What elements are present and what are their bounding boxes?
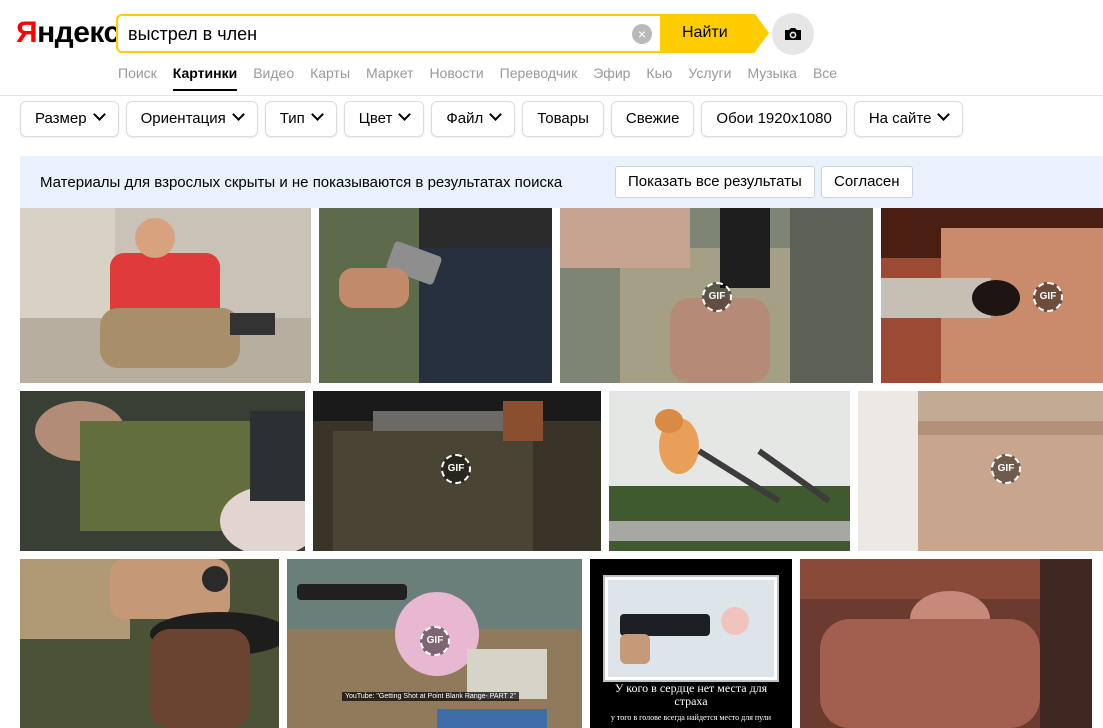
image-thumbnail [20,208,311,383]
filter-chip[interactable]: Товары [522,101,604,137]
chevron-down-icon [937,108,951,121]
image-result[interactable] [800,559,1092,728]
gif-badge: GIF [702,282,732,312]
filter-bar: Размер Ориентация Тип Цвет Файл Товары Свежие О… [20,101,970,137]
service-tab[interactable]: Поиск [118,65,157,81]
filter-chip-label: На сайте [868,110,932,127]
image-result[interactable]: GIF [881,208,1103,383]
find-button[interactable]: Найти [660,14,769,53]
filter-chip[interactable]: Цвет [343,101,425,137]
filter-chip[interactable]: Свежие [610,101,695,137]
filter-chip[interactable]: Файл [431,101,516,137]
filter-chip-label: Товары [537,110,589,127]
chevron-down-icon [310,108,324,121]
filter-chip-label: Ориентация [140,110,226,127]
show-all-results-button[interactable]: Показать все результаты [615,166,815,198]
filter-chip-label: Свежие [625,110,680,127]
service-tab[interactable]: Все [813,65,837,81]
image-result[interactable] [20,391,305,551]
image-thumbnail [881,208,1103,383]
filter-chip-label: Размер [35,110,87,127]
image-result[interactable] [319,208,552,383]
service-tab[interactable]: Маркет [366,65,413,81]
image-results-grid: GIF GIF GIF GIF GIF YouTube: "Getting Sh… [0,208,1103,728]
chevron-down-icon [489,108,503,121]
adult-content-notice: Материалы для взрослых скрыты и не показ… [20,156,1103,208]
chevron-down-icon [231,108,245,121]
service-tab[interactable]: Переводчик [500,65,578,81]
service-tab[interactable]: Новости [429,65,483,81]
chevron-down-icon [92,108,106,121]
service-tab[interactable]: Эфир [593,65,630,81]
search-input[interactable] [128,23,618,45]
filter-chip-label: Цвет [358,110,393,127]
image-thumbnail [20,559,279,728]
camera-icon [785,28,801,40]
service-tab[interactable]: Картинки [172,65,238,91]
youtube-caption: YouTube: "Getting Shot at Point Blank Ra… [342,692,520,701]
filter-chip-label: Файл [446,110,484,127]
image-result[interactable] [20,208,311,383]
services-nav: Поиск Картинки Видео Карты Маркет Новости Пере… [118,65,853,93]
service-tab[interactable]: Услуги [688,65,731,81]
logo-rest: ндекс [37,16,120,49]
clear-search-icon[interactable]: × [632,24,652,44]
yandex-logo[interactable]: Яндекс [16,16,120,50]
filter-chip-label: Тип [279,110,305,127]
filter-chip[interactable]: Ориентация [125,101,258,137]
camera-search-button[interactable] [772,13,814,55]
image-thumbnail [800,559,1092,728]
image-thumbnail [858,391,1103,551]
find-button-label: Найти [682,24,728,41]
header: Яндекс × Найти Поиск Картинки Видео Карты Ма… [0,0,1103,96]
search-box: × [116,14,662,53]
image-result[interactable]: GIF [313,391,601,551]
agree-button[interactable]: Согласен [821,166,913,198]
adult-notice-message: Материалы для взрослых скрыты и не показ… [40,174,563,191]
filter-chip[interactable]: Обои 1920x1080 [701,101,847,137]
image-thumbnail [609,391,850,551]
demotivator-subtitle: у того в голове всегда найдется место дл… [610,713,772,722]
gif-badge: GIF [441,454,471,484]
image-result[interactable] [609,391,850,551]
service-tab[interactable]: Карты [310,65,350,81]
image-thumbnail [319,208,552,383]
image-result[interactable]: GIF YouTube: "Getting Shot at Point Blan… [287,559,582,728]
image-result[interactable]: У кого в сердце нет места для страха у т… [590,559,792,728]
logo-first-letter: Я [16,16,38,49]
gif-badge: GIF [420,626,450,656]
chevron-down-icon [398,108,412,121]
service-tab[interactable]: Кью [646,65,672,81]
image-result[interactable]: GIF [858,391,1103,551]
filter-chip-label: Обои 1920x1080 [716,110,832,127]
gif-badge: GIF [991,454,1021,484]
service-tab[interactable]: Музыка [747,65,797,81]
image-thumbnail [20,391,305,551]
image-result[interactable] [20,559,279,728]
filter-chip[interactable]: Размер [20,101,119,137]
filter-chip[interactable]: На сайте [853,101,964,137]
gif-badge: GIF [1033,282,1063,312]
filter-chip[interactable]: Тип [264,101,337,137]
service-tab[interactable]: Видео [253,65,294,81]
demotivator-title: У кого в сердце нет места для страха [614,681,768,708]
image-result[interactable]: GIF [560,208,873,383]
